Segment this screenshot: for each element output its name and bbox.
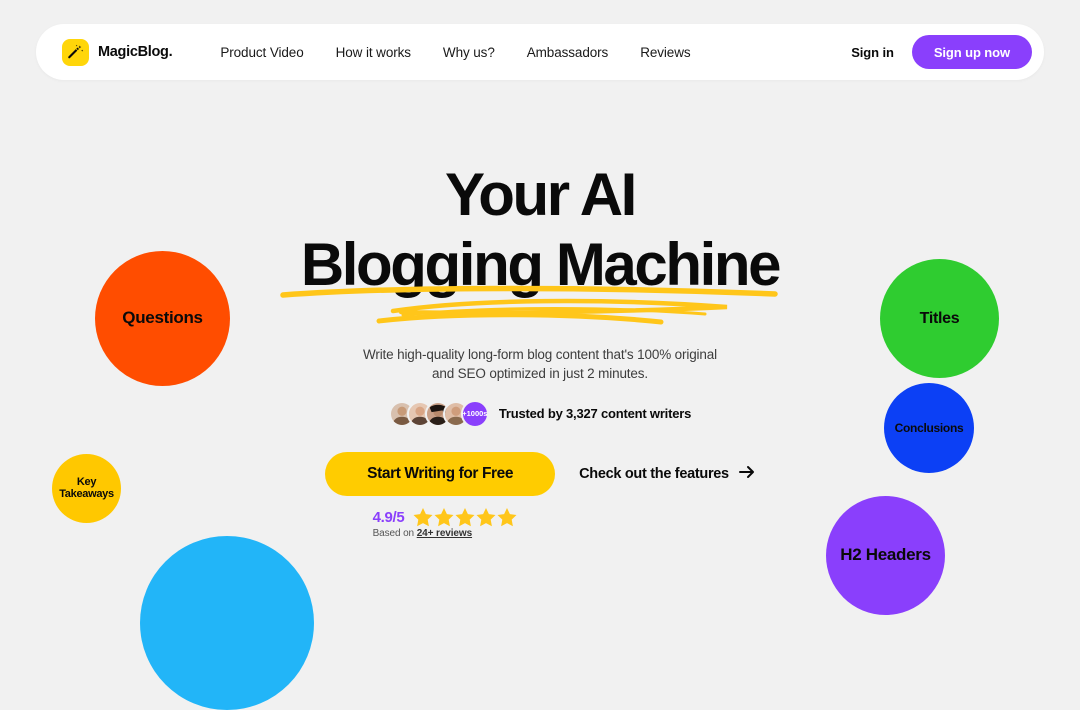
nav-links: Product Video How it works Why us? Ambas… [220,45,690,60]
star-icon [434,507,454,526]
nav-link-reviews[interactable]: Reviews [640,45,690,60]
main-navbar: MagicBlog. Product Video How it works Wh… [36,24,1044,80]
brand-logo[interactable]: MagicBlog. [62,38,173,66]
nav-link-ambassadors[interactable]: Ambassadors [527,45,609,60]
brand-name: MagicBlog. [98,44,173,60]
rating-based-on-label: Based on [372,527,417,539]
rating-top-row: 4.9/5 [372,507,518,527]
star-icon [476,507,496,526]
nav-link-how-it-works[interactable]: How it works [336,45,411,60]
nav-link-why-us[interactable]: Why us? [443,45,495,60]
sign-in-link[interactable]: Sign in [851,45,894,60]
rating-stars [413,507,517,527]
headline-line-2-wrap: Blogging Machine [280,230,782,325]
check-out-features-link[interactable]: Check out the features [579,465,755,483]
star-icon [497,507,517,526]
trust-row: +1000s Trusted by 3,327 content writers [388,399,692,428]
star-icon [455,507,475,526]
hero-subtitle-line-1: Write high-quality long-form blog conten… [363,347,717,363]
headline-line-1: Your AI [445,161,637,228]
avatar-more-badge: +1000s [460,399,489,428]
hero-subtitle: Write high-quality long-form blog conten… [363,345,717,383]
decor-circle-h2-headers-label: H2 Headers [840,545,931,565]
page-title: Your AI Blogging Machine [280,160,782,325]
rating-subtext: Based on 24+ reviews [372,527,473,539]
headline-line-2: Blogging Machine [300,230,782,298]
hero-section: Your AI Blogging Machine Write high-qual… [0,160,1080,539]
cta-row: Start Writing for Free Check out the fea… [325,451,755,496]
sign-up-now-button[interactable]: Sign up now [911,35,1032,69]
nav-actions: Sign in Sign up now [851,35,1032,69]
check-out-features-label: Check out the features [579,465,729,482]
nav-link-product-video[interactable]: Product Video [220,45,303,60]
star-icon [413,507,433,526]
reviews-link[interactable]: 24+ reviews [417,528,472,539]
arrow-right-icon [738,465,755,483]
hero-subtitle-line-2: and SEO optimized in just 2 minutes. [432,366,648,382]
rating-score: 4.9/5 [372,508,405,526]
trust-text: Trusted by 3,327 content writers [498,406,692,421]
decor-circle-cyan [140,536,314,710]
start-writing-for-free-button[interactable]: Start Writing for Free [325,451,556,496]
magic-wand-icon [62,38,89,66]
rating-block: 4.9/5 Based on 24+ reviews [372,507,518,539]
avatar-stack: +1000s [388,399,489,428]
